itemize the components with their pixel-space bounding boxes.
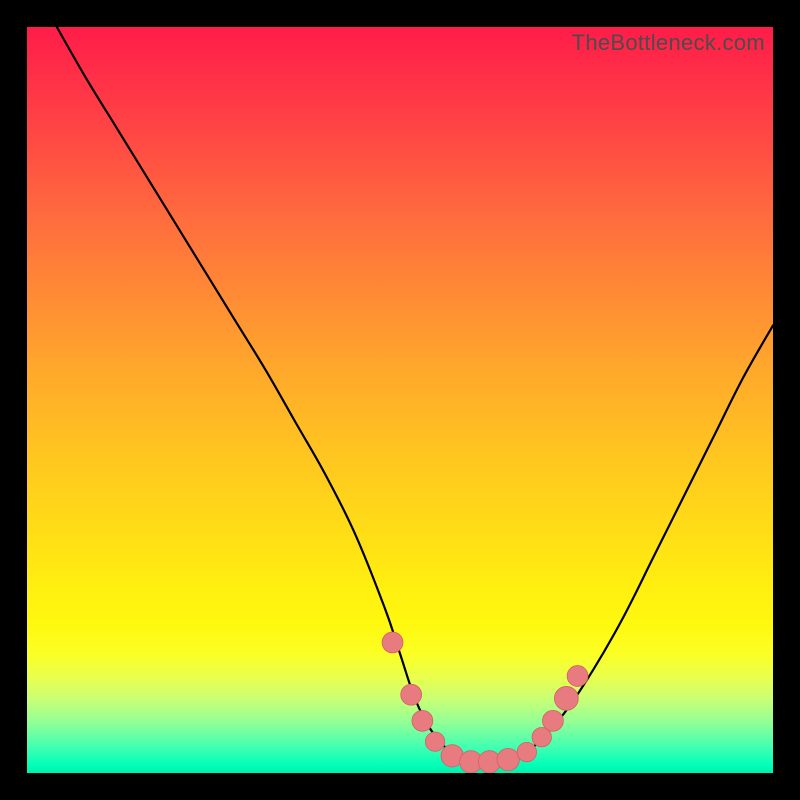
chart-frame: TheBottleneck.com	[0, 0, 800, 800]
curve-marker	[425, 732, 444, 751]
curve-marker	[542, 710, 563, 731]
watermark-text: TheBottleneck.com	[572, 30, 765, 56]
curve-marker	[567, 666, 588, 687]
curve-marker	[554, 686, 578, 710]
curve-marker	[401, 684, 422, 705]
curve-markers	[382, 632, 588, 773]
curve-marker	[517, 742, 536, 761]
curve-marker	[382, 632, 403, 653]
chart-plot-area: TheBottleneck.com	[27, 27, 773, 773]
bottleneck-curve	[57, 27, 773, 762]
curve-marker	[412, 710, 433, 731]
curve-marker	[497, 748, 519, 770]
chart-svg	[27, 27, 773, 773]
